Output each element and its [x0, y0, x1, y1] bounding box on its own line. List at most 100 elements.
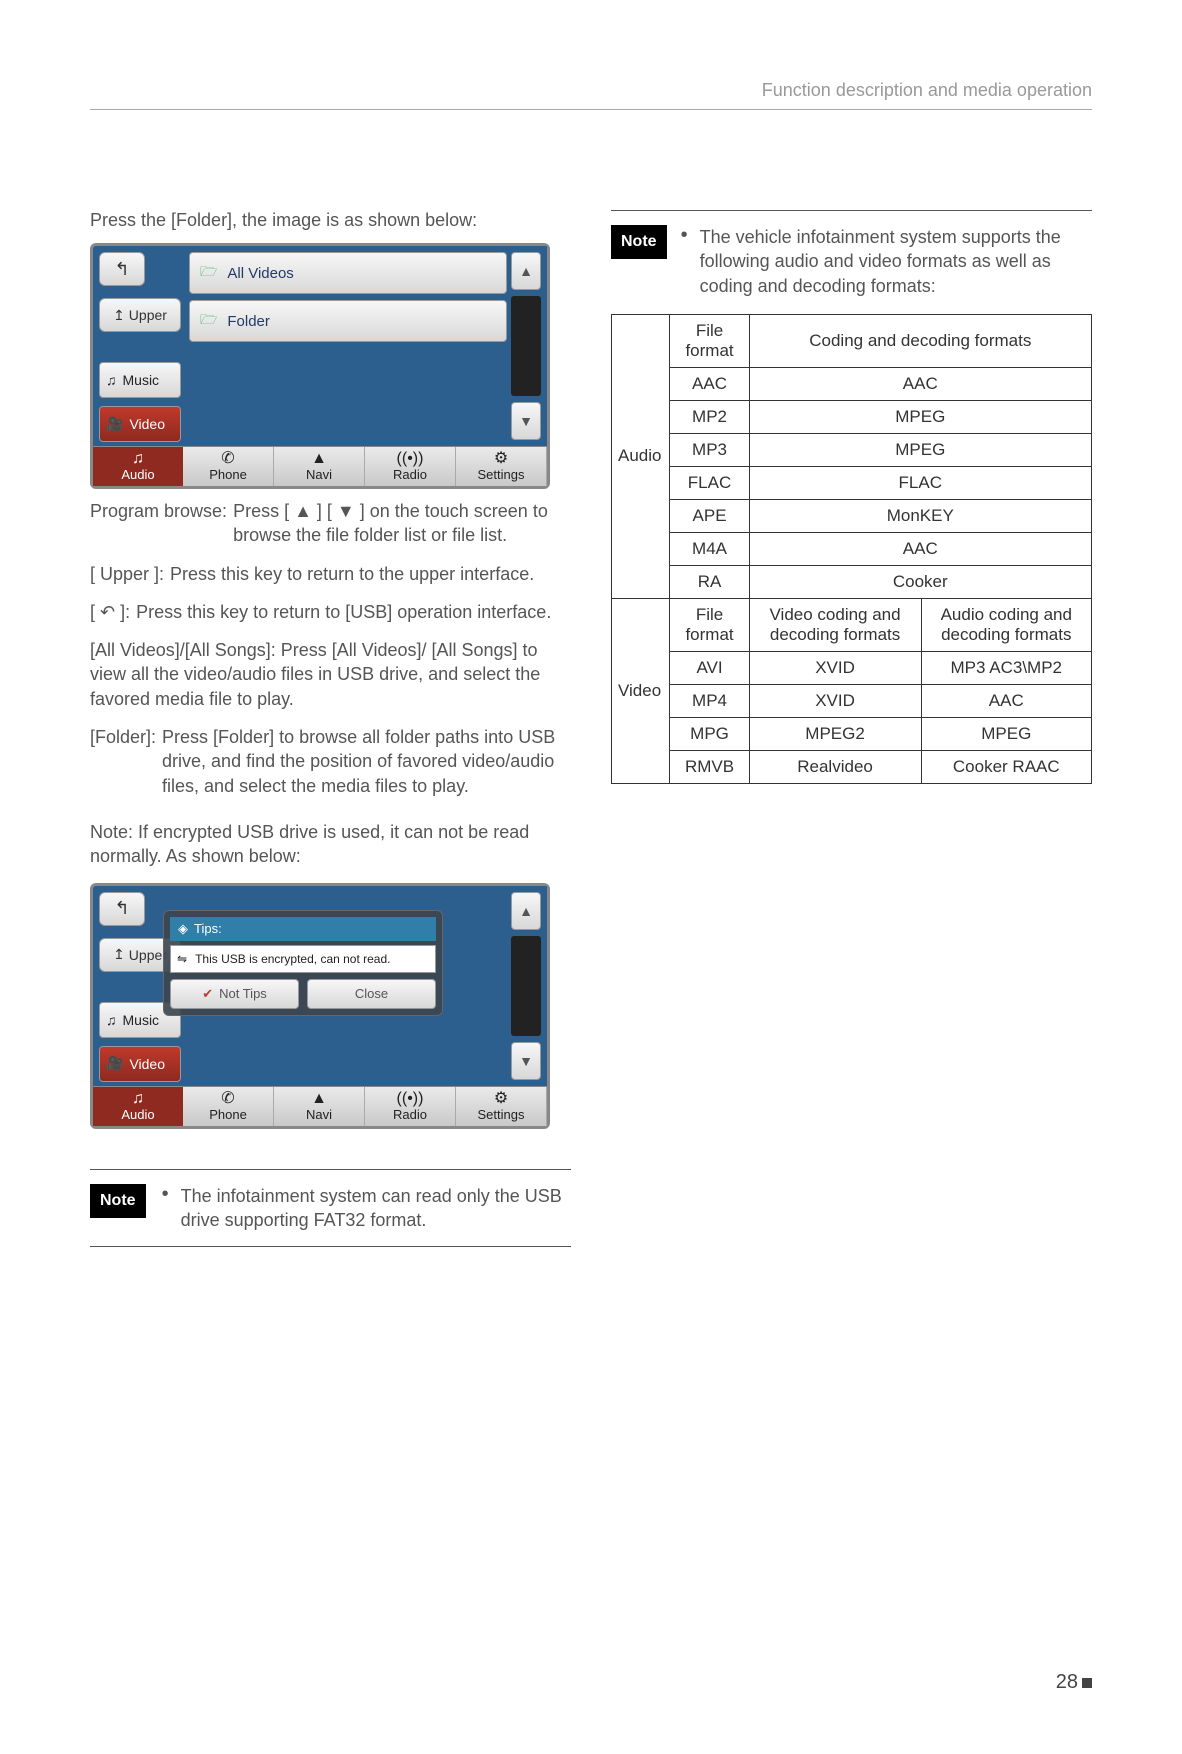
- program-browse-label: Program browse:: [90, 499, 227, 548]
- note-fat32-text: The infotainment system can read only th…: [181, 1184, 571, 1233]
- note-encrypted-text: Note: If encrypted USB drive is used, it…: [90, 820, 571, 869]
- back-key-label: [ ↶ ]:: [90, 600, 130, 624]
- video-label: Video: [129, 416, 165, 432]
- radio-icon: ((•)): [397, 451, 424, 467]
- audio-icon: ♫: [132, 1091, 144, 1107]
- phone-icon: ✆: [221, 451, 234, 467]
- upper-key-text: Press this key to return to the upper in…: [170, 562, 534, 586]
- note-badge: Note: [611, 225, 667, 259]
- video-header-video-coding: Video coding and decoding formats: [749, 598, 921, 651]
- nav-audio-label: Audio: [121, 467, 154, 482]
- nav-settings-label: Settings: [478, 467, 525, 482]
- back-button[interactable]: ↰: [99, 252, 145, 286]
- phone-icon: ✆: [221, 1091, 234, 1107]
- note-formats-text: The vehicle infotainment system supports…: [700, 225, 1092, 298]
- not-tips-button[interactable]: ✔ Not Tips: [170, 979, 299, 1009]
- video-icon: 🎥: [106, 416, 123, 433]
- upper-button[interactable]: ↥Upper: [99, 298, 181, 332]
- folder-label: Folder: [227, 313, 270, 330]
- check-icon: ✔: [202, 986, 213, 1002]
- close-button[interactable]: Close: [307, 979, 436, 1009]
- scroll-up-button[interactable]: ▲: [511, 252, 541, 290]
- back-button[interactable]: ↰: [99, 892, 145, 926]
- sidebar-item-music[interactable]: ♫Music: [99, 362, 181, 398]
- radio-icon: ((•)): [397, 1091, 424, 1107]
- table-cell: FLAC: [670, 466, 749, 499]
- music-label: Music: [123, 372, 160, 388]
- nav-radio[interactable]: ((•))Radio: [365, 447, 456, 486]
- audio-section-label: Audio: [612, 314, 670, 598]
- music-icon: ♫: [106, 1012, 117, 1028]
- gear-icon: ⚙: [494, 1091, 508, 1107]
- nav-audio[interactable]: ♫Audio: [93, 1087, 183, 1126]
- gear-icon: ⚙: [494, 451, 508, 467]
- nav-audio[interactable]: ♫Audio: [93, 447, 183, 486]
- sidebar-item-video[interactable]: 🎥 Video: [99, 406, 181, 442]
- scroll-track[interactable]: [511, 296, 541, 396]
- nav-navi-label: Navi: [306, 1107, 332, 1122]
- nav-phone-label: Phone: [209, 1107, 247, 1122]
- program-browse-desc: Program browse: Press [ ▲ ] [ ▼ ] on the…: [90, 499, 571, 548]
- table-cell: Realvideo: [749, 750, 921, 783]
- upper-label: Upper: [129, 307, 167, 323]
- nav-radio-label: Radio: [393, 1107, 427, 1122]
- upper-key-desc: [ Upper ]: Press this key to return to t…: [90, 562, 571, 586]
- upper-label: Upper: [129, 947, 167, 963]
- scroll-up-button[interactable]: ▲: [511, 892, 541, 930]
- table-cell: RMVB: [670, 750, 749, 783]
- tips-dialog: ◈Tips: ⇋ This USB is encrypted, can not r…: [163, 910, 443, 1016]
- nav-phone[interactable]: ✆Phone: [183, 447, 274, 486]
- table-cell: MP3: [670, 433, 749, 466]
- table-cell: APE: [670, 499, 749, 532]
- tips-title-text: Tips:: [194, 921, 222, 936]
- upper-key-label: [ Upper ]:: [90, 562, 164, 586]
- list-item-folder[interactable]: 🗁 Folder: [189, 300, 507, 342]
- scroll-down-button[interactable]: ▼: [511, 1042, 541, 1080]
- navi-icon: ▲: [311, 451, 327, 467]
- nav-settings[interactable]: ⚙Settings: [456, 1087, 547, 1126]
- table-cell: AAC: [749, 367, 1091, 400]
- program-browse-text: Press [ ▲ ] [ ▼ ] on the touch screen to…: [233, 499, 571, 548]
- music-label: Music: [123, 1012, 160, 1028]
- scroll-track[interactable]: [511, 936, 541, 1036]
- note-fat32: Note • The infotainment system can read …: [90, 1169, 571, 1248]
- back-key-desc: [ ↶ ]: Press this key to return to [USB]…: [90, 600, 571, 624]
- not-tips-label: Not Tips: [219, 986, 267, 1001]
- folder-open-icon: 🗁: [200, 261, 217, 285]
- table-cell: MPEG: [749, 433, 1091, 466]
- table-cell: MP3 AC3\MP2: [921, 651, 1091, 684]
- nav-phone-label: Phone: [209, 467, 247, 482]
- back-key-text: Press this key to return to [USB] operat…: [136, 600, 551, 624]
- video-header-file-format: File format: [670, 598, 749, 651]
- usb-icon: ⇋: [177, 952, 187, 966]
- folder-key-desc: [Folder]: Press [Folder] to browse all f…: [90, 725, 571, 798]
- bullet-icon: •: [162, 1184, 169, 1233]
- folder-open-icon: 🗁: [200, 309, 217, 333]
- right-column: Note • The vehicle infotainment system s…: [611, 210, 1092, 1247]
- nav-navi[interactable]: ▲Navi: [274, 1087, 365, 1126]
- all-videos-songs-desc: [All Videos]/[All Songs]: Press [All Vid…: [90, 638, 571, 711]
- scroll-down-button[interactable]: ▼: [511, 402, 541, 440]
- page-marker-icon: [1082, 1678, 1092, 1688]
- table-cell: AAC: [749, 532, 1091, 565]
- nav-radio-label: Radio: [393, 467, 427, 482]
- tips-body-text: This USB is encrypted, can not read.: [195, 952, 390, 966]
- nav-radio[interactable]: ((•))Radio: [365, 1087, 456, 1126]
- table-cell: MPEG2: [749, 717, 921, 750]
- table-cell: AAC: [670, 367, 749, 400]
- table-cell: MonKEY: [749, 499, 1091, 532]
- sidebar-item-video[interactable]: 🎥Video: [99, 1046, 181, 1082]
- table-cell: RA: [670, 565, 749, 598]
- formats-table: Audio File format Coding and decoding fo…: [611, 314, 1092, 784]
- nav-navi[interactable]: ▲Navi: [274, 447, 365, 486]
- table-cell: FLAC: [749, 466, 1091, 499]
- tips-dialog-title: ◈Tips:: [170, 917, 436, 941]
- list-item-all-videos[interactable]: 🗁 All Videos: [189, 252, 507, 294]
- nav-settings-label: Settings: [478, 1107, 525, 1122]
- all-videos-label: All Videos: [227, 265, 293, 282]
- nav-settings[interactable]: ⚙Settings: [456, 447, 547, 486]
- upper-arrow-icon: ↥: [113, 946, 125, 963]
- tips-dialog-body: ⇋ This USB is encrypted, can not read.: [170, 945, 436, 973]
- nav-phone[interactable]: ✆Phone: [183, 1087, 274, 1126]
- video-header-audio-coding: Audio coding and decoding formats: [921, 598, 1091, 651]
